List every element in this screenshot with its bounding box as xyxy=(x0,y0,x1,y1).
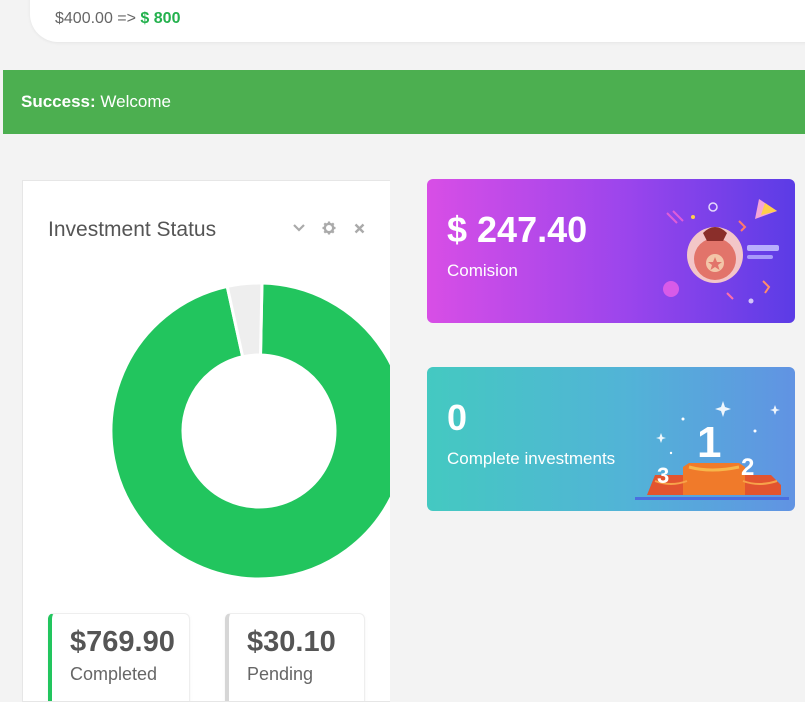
pending-value: $30.10 xyxy=(247,626,336,658)
money-bag-icon xyxy=(663,199,779,304)
investments-card: 0 Complete investments 1 2 3 xyxy=(427,367,795,511)
podium-icon: 1 2 3 xyxy=(635,401,789,500)
balance-from: $400.00 => xyxy=(55,10,136,27)
commission-label: Comision xyxy=(447,261,518,280)
pending-stat: $30.10 Pending xyxy=(225,613,365,701)
close-icon[interactable] xyxy=(349,218,369,238)
gear-icon[interactable] xyxy=(319,218,339,238)
commission-value: $ 247.40 xyxy=(447,209,588,250)
panel-tools xyxy=(289,218,369,238)
alert-message: Welcome xyxy=(100,92,171,111)
investments-label: Complete investments xyxy=(447,449,616,468)
svg-text:1: 1 xyxy=(697,418,721,467)
commission-card: $ 247.40 Comision xyxy=(427,179,795,323)
balance-summary: $400.00 => $ 800 xyxy=(55,10,180,28)
alert-label: Success: xyxy=(21,92,96,111)
investment-donut-chart xyxy=(109,281,390,581)
balance-to: $ 800 xyxy=(140,10,181,27)
completed-stat: $769.90 Completed xyxy=(48,613,190,701)
success-alert: Success: Welcome xyxy=(3,70,805,134)
investment-status-panel: Investment Status $769.90 Completed $30.… xyxy=(22,180,390,702)
completed-value: $769.90 xyxy=(70,626,175,658)
investments-value: 0 xyxy=(447,397,468,438)
pending-label: Pending xyxy=(247,664,314,684)
chevron-down-icon[interactable] xyxy=(289,218,309,238)
panel-title: Investment Status xyxy=(48,218,217,241)
svg-text:3: 3 xyxy=(657,463,669,488)
completed-label: Completed xyxy=(70,664,158,684)
svg-text:2: 2 xyxy=(741,454,754,481)
